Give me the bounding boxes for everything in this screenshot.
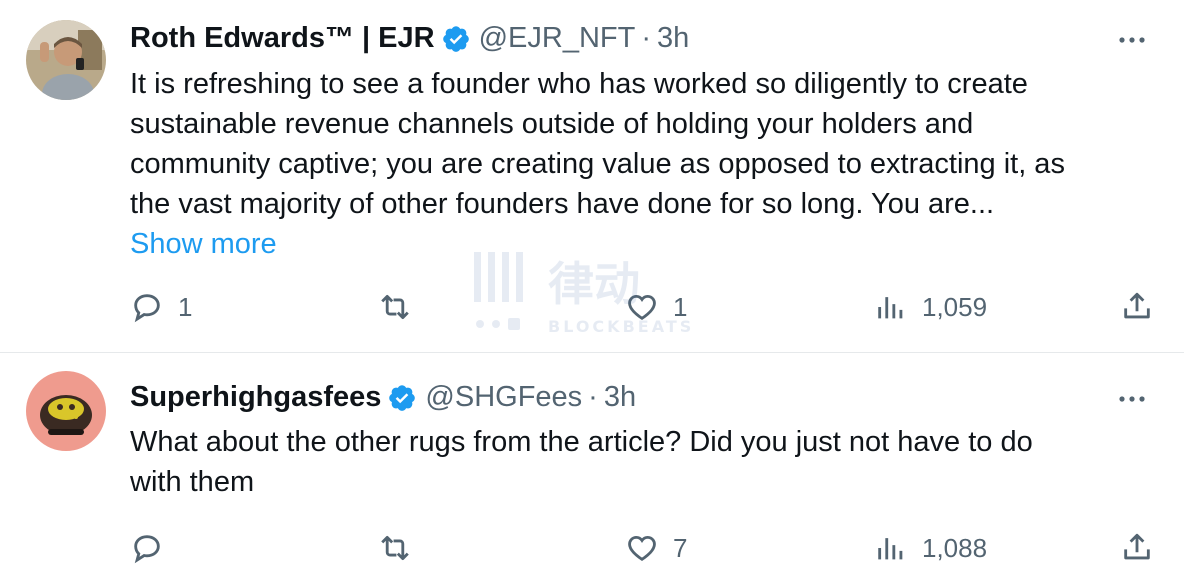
timestamp[interactable]: 3h: [657, 22, 689, 55]
more-options-icon[interactable]: [1116, 389, 1148, 409]
tweet-header: Roth Edwards™ | EJR @EJR_NFT · 3h: [130, 22, 689, 55]
like-count: 1: [673, 291, 688, 322]
view-count: 1,088: [922, 532, 988, 563]
retweet-icon: [381, 294, 409, 320]
tweet-text-line: It is refreshing to see a founder who ha…: [130, 68, 1028, 100]
verified-badge-icon: [442, 25, 469, 52]
views-icon: [878, 297, 903, 319]
avatar[interactable]: [26, 371, 106, 451]
author-name[interactable]: Roth Edwards™ | EJR: [130, 22, 435, 55]
retweet-icon: [381, 535, 409, 561]
reply-icon: [134, 535, 160, 564]
timestamp[interactable]: 3h: [604, 381, 636, 414]
reply-button[interactable]: 1: [130, 287, 192, 327]
author-handle[interactable]: @EJR_NFT: [479, 22, 636, 55]
views-button[interactable]: 1,059: [874, 287, 987, 327]
author-handle[interactable]: @SHGFees: [425, 381, 582, 414]
separator-dot: ·: [588, 381, 598, 413]
tweet[interactable]: Superhighgasfees @SHGFees · 3h What abou…: [0, 353, 1184, 584]
tweet-actions: 1 1 1,059: [0, 287, 1184, 327]
more-options-icon[interactable]: [1116, 30, 1148, 50]
reply-count: 1: [178, 291, 193, 322]
views-icon: [878, 538, 903, 560]
tweet-text: What about the other rugs from the artic…: [130, 422, 1140, 502]
tweet-text: It is refreshing to see a founder who ha…: [130, 64, 1140, 224]
tweet-text-line: What about the other rugs from the artic…: [130, 426, 1033, 458]
share-button[interactable]: [1120, 528, 1154, 568]
views-button[interactable]: 1,088: [874, 528, 987, 568]
like-icon: [628, 294, 656, 320]
author-name[interactable]: Superhighgasfees: [130, 381, 381, 414]
share-button[interactable]: [1120, 287, 1154, 327]
avatar[interactable]: [26, 20, 106, 100]
tweet-actions: 7 1,088: [0, 528, 1184, 568]
tweet[interactable]: Roth Edwards™ | EJR @EJR_NFT · 3h It is …: [0, 0, 1184, 353]
tweet-header: Superhighgasfees @SHGFees · 3h: [130, 381, 636, 414]
tweet-text-line: the vast majority of other founders have…: [130, 188, 995, 220]
reply-icon: [134, 294, 160, 323]
retweet-button[interactable]: [378, 287, 426, 327]
like-button[interactable]: 7: [625, 528, 687, 568]
retweet-button[interactable]: [378, 528, 426, 568]
tweet-text-line: community captive; you are creating valu…: [130, 148, 1065, 180]
tweet-text-line: with them: [130, 466, 255, 498]
view-count: 1,059: [922, 291, 988, 322]
tweet-text-line: sustainable revenue channels outside of …: [130, 108, 974, 140]
show-more-link[interactable]: Show more: [130, 224, 277, 264]
like-button[interactable]: 1: [625, 287, 687, 327]
separator-dot: ·: [641, 22, 652, 54]
share-icon: [1124, 533, 1150, 560]
reply-button[interactable]: [130, 528, 178, 568]
verified-badge-icon: [389, 384, 416, 411]
share-icon: [1124, 292, 1150, 319]
like-icon: [628, 535, 656, 561]
like-count: 7: [673, 532, 688, 563]
